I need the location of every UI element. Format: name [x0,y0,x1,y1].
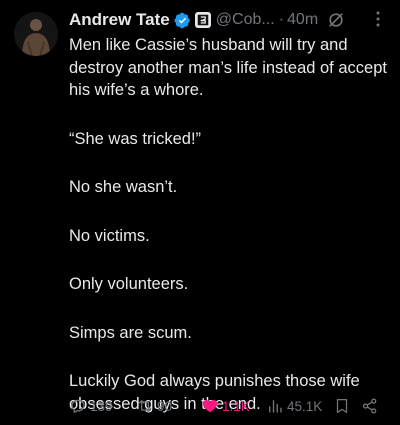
views-button[interactable]: 45.1K [266,397,322,415]
verified-badge-icon [174,12,191,29]
tweet-paragraph: No she wasn’t. [69,178,178,196]
views-count: 45.1K [287,398,323,414]
reply-button[interactable]: 139 [69,397,113,415]
repost-count: 90 [157,398,173,414]
tweet-paragraph: “She was tricked!” [69,129,202,148]
action-bar: 139 90 1.1K 45.1K [69,395,389,417]
affiliate-badge-icon[interactable] [194,12,211,28]
views-icon [269,400,282,413]
author-handle[interactable]: @Cob... [216,11,275,29]
avatar-image [14,12,58,56]
more-icon[interactable] [370,10,386,28]
bookmark-button[interactable] [333,397,351,415]
author-name[interactable]: Andrew Tate [69,10,170,30]
heart-icon [202,400,218,413]
separator-dot: · [278,11,285,28]
bookmark-icon [336,398,348,414]
tweet[interactable]: Andrew Tate @Cob... · 40m Men like Cassi… [0,0,400,425]
timestamp[interactable]: 40m [287,11,318,29]
tweet-paragraph: No victims. [69,226,150,245]
repost-button[interactable]: 90 [136,397,172,415]
repost-icon [138,400,152,412]
tweet-paragraph: Simps are scum. [69,323,192,342]
avatar[interactable] [14,12,58,56]
tweet-text: Men like Cassie’s husband will try and d… [69,34,394,415]
share-icon [362,398,377,414]
grok-icon[interactable] [327,11,345,29]
reply-count: 139 [90,398,113,414]
reply-icon [71,399,85,414]
like-count: 1.1K [222,398,250,414]
tweet-header: Andrew Tate @Cob... · 40m [69,9,390,31]
tweet-paragraph: Only volunteers. [69,275,189,293]
like-button[interactable]: 1.1K [201,397,250,415]
tweet-paragraph: Men like Cassie’s husband will try and d… [69,36,387,99]
share-button[interactable] [361,397,379,415]
